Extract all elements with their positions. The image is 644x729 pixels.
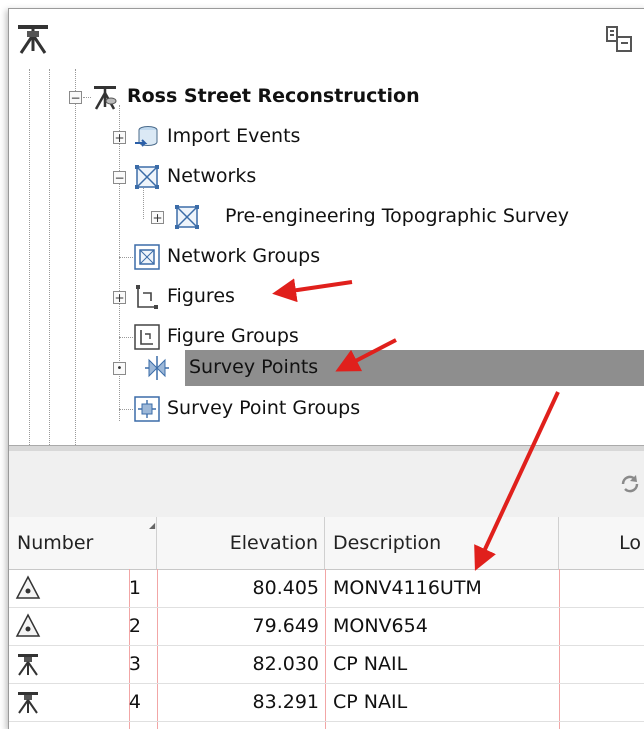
table-row[interactable]: 3 82.030 CP NAIL <box>9 645 644 684</box>
tree-item-label: Survey Point Groups <box>167 397 361 419</box>
prospector-tree: − Ross Street Reconstruction + Import Ev… <box>9 69 644 445</box>
survey-database-icon[interactable] <box>15 21 51 57</box>
collapse-expander[interactable]: − <box>69 91 82 104</box>
tree-item-label: Ross Street Reconstruction <box>127 85 420 107</box>
survey-database-icon <box>94 86 117 110</box>
network-icon <box>135 165 159 189</box>
collapse-expander[interactable]: − <box>113 171 126 184</box>
cell-number: 3 <box>128 653 141 675</box>
tree-item-label: Networks <box>167 165 257 187</box>
import-events-icon <box>135 126 158 147</box>
tree-item-networks[interactable]: − Networks <box>9 159 644 195</box>
tree-item-survey-point-groups[interactable]: Survey Point Groups <box>9 391 644 427</box>
tree-item-pre-engineering-survey[interactable]: + Pre-engineering Topographic Survey <box>9 199 644 235</box>
tree-item-figures[interactable]: + Figures <box>9 279 644 315</box>
sort-indicator-icon: ◢ <box>149 521 156 530</box>
grid-header: Number ◢ Elevation Description Lo <box>9 517 644 570</box>
column-header-location[interactable]: Lo <box>559 517 644 569</box>
cell-number: 1 <box>128 577 141 599</box>
list-view-toolbar <box>9 451 644 518</box>
tree-item-label: Pre-engineering Topographic Survey <box>225 205 569 227</box>
control-point-icon <box>15 613 41 637</box>
top-toolbar <box>9 9 644 69</box>
instrument-tripod-icon <box>18 692 38 714</box>
instrument-tripod-icon <box>18 654 38 676</box>
cell-elevation: 82.030 <box>252 653 319 675</box>
refresh-icon[interactable] <box>619 473 641 495</box>
tree-item-ross-street[interactable]: − Ross Street Reconstruction <box>9 79 644 115</box>
tree-item-import-events[interactable]: + Import Events <box>9 119 644 155</box>
column-header-description[interactable]: Description <box>325 517 559 569</box>
column-header-number[interactable]: Number <box>9 517 157 569</box>
cell-description: MONV4116UTM <box>333 577 482 599</box>
tree-item-label: Figure Groups <box>167 325 299 347</box>
cell-elevation: 79.649 <box>252 615 319 637</box>
tree-item-label: Network Groups <box>167 245 321 267</box>
table-row[interactable]: 1 80.405 MONV4116UTM <box>9 569 644 608</box>
column-header-elevation[interactable]: Elevation <box>157 517 325 569</box>
tree-item-label: Survey Points <box>189 356 319 378</box>
figures-icon <box>136 285 158 309</box>
cell-description: CP NAIL <box>333 691 408 713</box>
cell-elevation: 80.405 <box>252 577 319 599</box>
network-groups-icon <box>134 244 160 270</box>
survey-points-icon <box>145 356 169 380</box>
tree-item-label: Figures <box>167 285 235 307</box>
prospector-window: − Ross Street Reconstruction + Import Ev… <box>8 8 644 729</box>
cell-number: 2 <box>128 615 141 637</box>
cell-description: MONV654 <box>333 615 428 637</box>
tree-item-label: Import Events <box>167 125 301 147</box>
survey-point-groups-icon <box>134 396 160 422</box>
expand-expander[interactable]: • <box>113 362 126 375</box>
cell-elevation: 83.291 <box>252 691 319 713</box>
cell-description: CP NAIL <box>333 653 408 675</box>
tree-item-survey-points[interactable]: • Survey Points <box>9 350 644 386</box>
expand-expander[interactable]: + <box>113 291 126 304</box>
panel-toggle-icon[interactable] <box>601 21 637 57</box>
control-point-icon <box>15 575 41 599</box>
expand-expander[interactable]: + <box>151 211 164 224</box>
survey-points-grid: Number ◢ Elevation Description Lo 1 80.4… <box>9 517 644 729</box>
tree-item-network-groups[interactable]: Network Groups <box>9 239 644 275</box>
expand-expander[interactable]: + <box>113 131 126 144</box>
figure-groups-icon <box>134 324 160 350</box>
table-row[interactable]: 4 83.291 CP NAIL <box>9 683 644 722</box>
table-row[interactable]: 2 79.649 MONV654 <box>9 607 644 646</box>
network-icon <box>175 205 199 229</box>
cell-number: 4 <box>128 691 141 713</box>
